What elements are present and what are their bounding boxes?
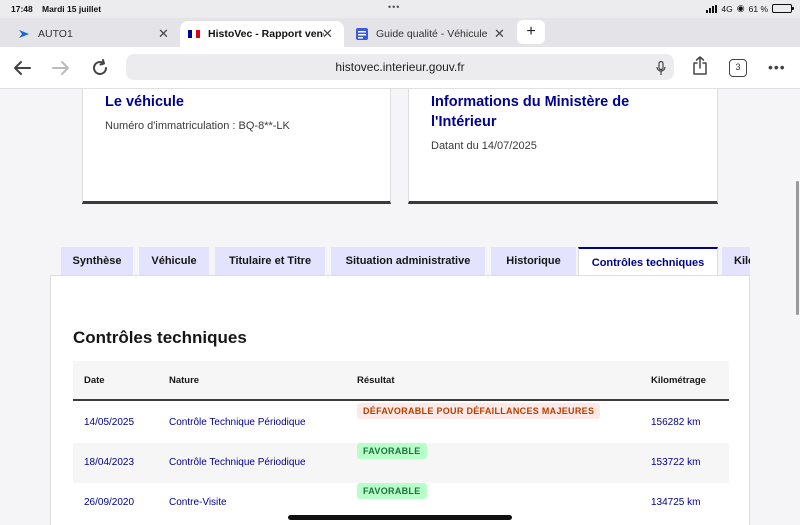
more-options-icon[interactable]: ••• (768, 59, 786, 75)
vehicle-card-plate: Numéro d'immatriculation : BQ-8**-LK (105, 120, 290, 132)
arrow-right-icon (52, 61, 69, 75)
page-scrollbar[interactable] (796, 181, 799, 315)
tab-controles-techniques[interactable]: Contrôles techniques (578, 247, 718, 275)
browser-tab-title: AUTO1 (38, 28, 73, 40)
ministry-card: Informations du Ministère de l'Intérieur… (408, 89, 718, 204)
ministry-card-title: Informations du Ministère de l'Intérieur (431, 94, 630, 130)
reload-button[interactable] (89, 58, 111, 78)
location-icon: ◉ (736, 3, 745, 13)
inspections-heading: Contrôles techniques (73, 328, 247, 347)
tab-vehicule[interactable]: Véhicule (139, 247, 209, 275)
row-mileage: 156282 km (651, 417, 701, 428)
tab-overview-button[interactable]: 3 (729, 59, 747, 77)
row-mileage: 153722 km (651, 457, 701, 468)
report-tabs: Synthèse Véhicule Titulaire et Titre Sit… (61, 247, 750, 275)
url-text: histovec.interieur.gouv.fr (335, 60, 465, 74)
vehicle-card-title: Le véhicule (105, 94, 184, 110)
status-badge: DÉFAVORABLE POUR DÉFAILLANCES MAJEURES (357, 403, 601, 419)
close-tab-icon[interactable]: ✕ (158, 26, 169, 42)
status-badge: FAVORABLE (357, 483, 427, 499)
arrow-left-icon (14, 61, 31, 75)
status-time: 17:48 (11, 4, 33, 14)
column-header-nature: Nature (169, 375, 200, 386)
auto1-favicon-icon (18, 28, 30, 40)
row-nature: Contre-Visite (169, 497, 227, 508)
home-indicator[interactable] (288, 515, 512, 520)
multitask-dots-icon[interactable]: ••• (388, 2, 400, 12)
tab-titulaire-titre[interactable]: Titulaire et Titre (215, 247, 325, 275)
row-date: 26/09/2020 (84, 497, 135, 508)
new-tab-button[interactable]: + (517, 20, 545, 44)
browser-tab-auto1[interactable]: AUTO1 ✕ (0, 21, 178, 47)
tab-kilometrage[interactable]: Kilométrage (722, 247, 750, 275)
address-bar[interactable]: histovec.interieur.gouv.fr (126, 54, 674, 80)
browser-tab-bar: AUTO1 ✕ HistoVec - Rapport vendeur ✕ Gui… (0, 18, 800, 47)
status-bar: 17:48 Mardi 15 juillet ••• 4G ◉ 61 % (0, 0, 800, 18)
row-nature: Contrôle Technique Périodique (169, 417, 306, 428)
browser-tab-histovec[interactable]: HistoVec - Rapport vendeur ✕ (180, 21, 344, 47)
share-button[interactable] (689, 56, 711, 76)
row-nature: Contrôle Technique Périodique (169, 457, 306, 468)
tab-situation-administrative[interactable]: Situation administrative (331, 247, 485, 275)
web-page: Le véhicule Numéro d'immatriculation : B… (0, 89, 800, 525)
status-indicators: 4G ◉ 61 % (706, 3, 794, 14)
network-label: 4G (721, 3, 733, 14)
battery-icon (772, 4, 794, 13)
inspections-panel: Contrôles techniques Date Nature Résulta… (50, 275, 750, 525)
table-row: 14/05/2025 Contrôle Technique Périodique… (73, 403, 729, 443)
french-flag-icon (188, 28, 200, 40)
column-header-date: Date (84, 375, 105, 386)
status-date: Mardi 15 juillet (42, 4, 102, 14)
signal-icon (706, 4, 718, 13)
column-header-mileage: Kilométrage (651, 375, 706, 386)
row-date: 18/04/2023 (84, 457, 135, 468)
plus-icon: + (526, 23, 536, 40)
share-icon (693, 56, 707, 75)
forward-button[interactable] (50, 58, 72, 78)
tab-synthese[interactable]: Synthèse (61, 247, 133, 275)
browser-tab-title: HistoVec - Rapport vendeur (208, 28, 324, 40)
close-tab-icon[interactable]: ✕ (322, 26, 333, 42)
vehicle-card: Le véhicule Numéro d'immatriculation : B… (82, 89, 391, 204)
browser-toolbar: histovec.interieur.gouv.fr 3 ••• (0, 47, 800, 89)
browser-tab-title: Guide qualité - Véhicule (376, 28, 488, 40)
close-tab-icon[interactable]: ✕ (494, 26, 505, 42)
browser-tab-guide[interactable]: Guide qualité - Véhicule ✕ (346, 21, 514, 47)
back-button[interactable] (11, 58, 33, 78)
tab-historique[interactable]: Historique (491, 247, 576, 275)
microphone-icon[interactable] (656, 59, 666, 85)
status-badge: FAVORABLE (357, 443, 427, 459)
row-mileage: 134725 km (651, 497, 701, 508)
row-date: 14/05/2025 (84, 417, 135, 428)
column-header-result: Résultat (357, 375, 395, 386)
table-row: 18/04/2023 Contrôle Technique Périodique… (73, 443, 729, 483)
guide-favicon-icon (356, 28, 368, 40)
reload-icon (93, 59, 107, 75)
battery-percent: 61 % (748, 3, 768, 14)
inspections-table-header: Date Nature Résultat Kilométrage (73, 361, 729, 401)
ministry-card-date: Datant du 14/07/2025 (431, 140, 537, 152)
